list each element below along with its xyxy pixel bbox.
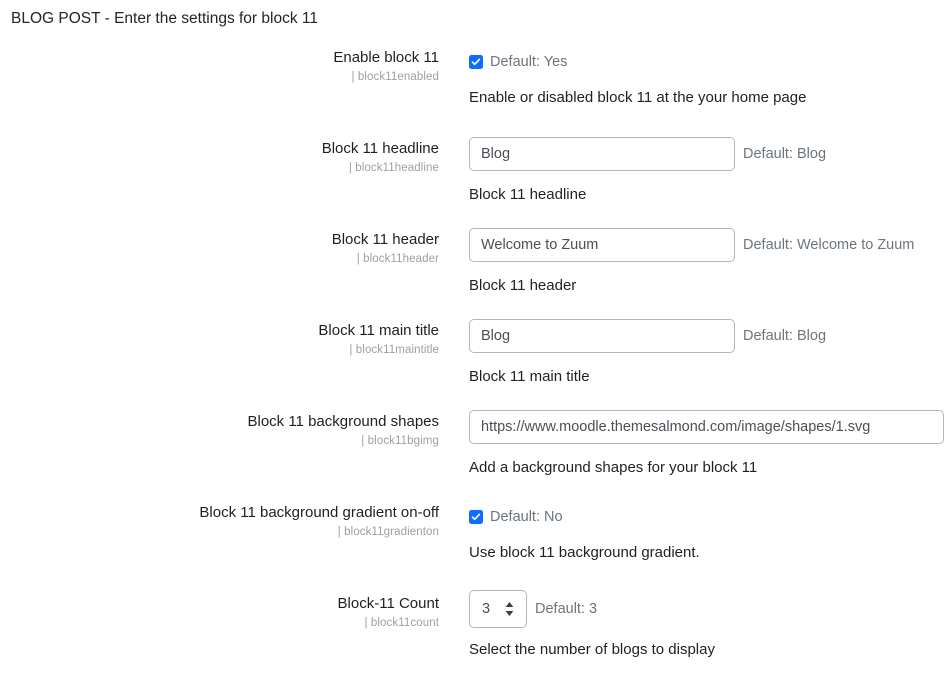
setting-description: Block 11 header: [469, 277, 577, 294]
input-row: Default: Blog: [469, 137, 945, 171]
setting-key: | block11enabled: [351, 71, 439, 83]
setting-row: Block 11 main title | block11maintitle Def…: [0, 314, 950, 405]
number-value: 3: [482, 601, 491, 617]
default-note: Default: Blog: [743, 328, 827, 344]
setting-text-input[interactable]: [469, 410, 944, 444]
setting-description: Block 11 headline: [469, 186, 587, 203]
setting-control-column: Default: Yes Enable or disabled block 11 …: [469, 41, 945, 108]
setting-control-column: Default: No Use block 11 background gradi…: [469, 496, 945, 563]
default-note: Default: Welcome to Zuum: [743, 237, 915, 253]
setting-row: Block 11 background shapes | block11bgimg…: [0, 405, 950, 496]
setting-control-column: Default: Welcome to Zuum Block 11 header: [469, 223, 945, 296]
setting-checkbox[interactable]: [469, 55, 483, 69]
spinner-arrows-icon[interactable]: [504, 601, 515, 617]
setting-key: | block11bgimg: [361, 435, 439, 447]
default-note: Default: 3: [535, 601, 598, 617]
setting-row: Block 11 background gradient on-off | blo…: [0, 496, 950, 587]
checkbox-row: Default: Yes: [469, 50, 945, 74]
page-title: BLOG POST - Enter the settings for block…: [11, 10, 318, 27]
setting-key: | block11maintitle: [349, 344, 439, 356]
setting-label-column: Block 11 main title | block11maintitle: [0, 314, 439, 358]
setting-text-input[interactable]: [469, 319, 735, 353]
default-note: Default: No: [490, 509, 563, 525]
setting-label-column: Block 11 header | block11header: [0, 223, 439, 267]
setting-description: Add a background shapes for your block 1…: [469, 459, 758, 476]
setting-control-column: Add a background shapes for your block 1…: [469, 405, 945, 478]
setting-key: | block11header: [356, 253, 439, 265]
setting-label-column: Block 11 background gradient on-off | blo…: [0, 496, 439, 540]
setting-description: Use block 11 background gradient.: [469, 544, 700, 561]
setting-control-column: Default: Blog Block 11 headline: [469, 132, 945, 205]
number-row: 3 Default: 3: [469, 590, 945, 628]
input-row: [469, 410, 945, 444]
setting-row: Block 11 headline | block11headline Defaul…: [0, 132, 950, 223]
setting-control-column: 3 Default: 3 Select the number of blogs to…: [469, 587, 945, 660]
setting-description: Select the number of blogs to display: [469, 641, 715, 658]
setting-row: Block-11 Count | block11count 3 Default: 3 S…: [0, 587, 950, 678]
default-note: Default: Blog: [743, 146, 827, 162]
setting-label: Enable block 11: [333, 49, 439, 66]
settings-list: Enable block 11 | block11enabled Default: …: [0, 41, 950, 678]
settings-page: BLOG POST - Enter the settings for block…: [0, 0, 950, 672]
setting-key: | block11count: [364, 617, 439, 629]
setting-control-column: Default: Blog Block 11 main title: [469, 314, 945, 387]
setting-row: Enable block 11 | block11enabled Default: …: [0, 41, 950, 132]
setting-checkbox[interactable]: [469, 510, 483, 524]
input-row: Default: Blog: [469, 319, 945, 353]
setting-label: Block 11 main title: [318, 322, 439, 339]
setting-key: | block11gradienton: [337, 526, 439, 538]
default-note: Default: Yes: [490, 54, 568, 70]
setting-key: | block11headline: [348, 162, 439, 174]
setting-description: Enable or disabled block 11 at the your …: [469, 89, 807, 106]
setting-text-input[interactable]: [469, 228, 735, 262]
setting-label-column: Block 11 background shapes | block11bgimg: [0, 405, 439, 449]
setting-label: Block 11 background shapes: [247, 413, 439, 430]
setting-label-column: Block 11 headline | block11headline: [0, 132, 439, 176]
setting-label: Block-11 Count: [337, 595, 439, 612]
checkbox-row: Default: No: [469, 505, 945, 529]
setting-label: Block 11 header: [331, 231, 439, 248]
setting-number-input[interactable]: 3: [469, 590, 527, 628]
setting-label-column: Enable block 11 | block11enabled: [0, 41, 439, 85]
setting-text-input[interactable]: [469, 137, 735, 171]
input-row: Default: Welcome to Zuum: [469, 228, 945, 262]
setting-row: Block 11 header | block11header Default: W…: [0, 223, 950, 314]
setting-label-column: Block-11 Count | block11count: [0, 587, 439, 631]
setting-description: Block 11 main title: [469, 368, 590, 385]
setting-label: Block 11 background gradient on-off: [199, 504, 439, 521]
setting-label: Block 11 headline: [321, 140, 439, 157]
